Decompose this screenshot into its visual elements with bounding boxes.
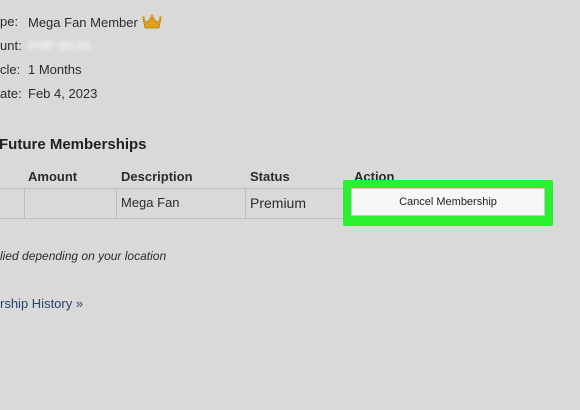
table-cell-divider: [24, 188, 25, 219]
billing-cycle-label: cle:: [0, 62, 21, 77]
row-status-cell: Premium: [250, 195, 307, 211]
amount-value: PHP 00.00: [28, 38, 91, 53]
membership-history-link[interactable]: rship History »: [0, 296, 83, 311]
location-note: lied depending on your location: [0, 249, 167, 263]
crown-icon: [141, 14, 162, 33]
column-header-status: Status: [250, 169, 290, 184]
cancel-membership-button[interactable]: Cancel Membership: [351, 188, 545, 216]
column-header-amount: Amount: [28, 169, 78, 184]
date-value: Feb 4, 2023: [28, 86, 98, 101]
table-cell-divider: [116, 188, 117, 219]
membership-type-value: Mega Fan Member: [28, 14, 162, 33]
date-label: ate:: [0, 86, 22, 101]
membership-type-label: pe:: [0, 14, 19, 29]
future-memberships-title: Future Memberships: [0, 136, 147, 153]
amount-redacted-text: PHP 00.00: [28, 38, 91, 53]
membership-type-text: Mega Fan Member: [28, 15, 138, 30]
row-description-cell: Mega Fan: [121, 195, 180, 210]
column-header-description: Description: [121, 169, 193, 184]
amount-label: unt:: [0, 38, 22, 53]
table-cell-divider: [245, 188, 246, 219]
billing-cycle-value: 1 Months: [28, 62, 82, 77]
